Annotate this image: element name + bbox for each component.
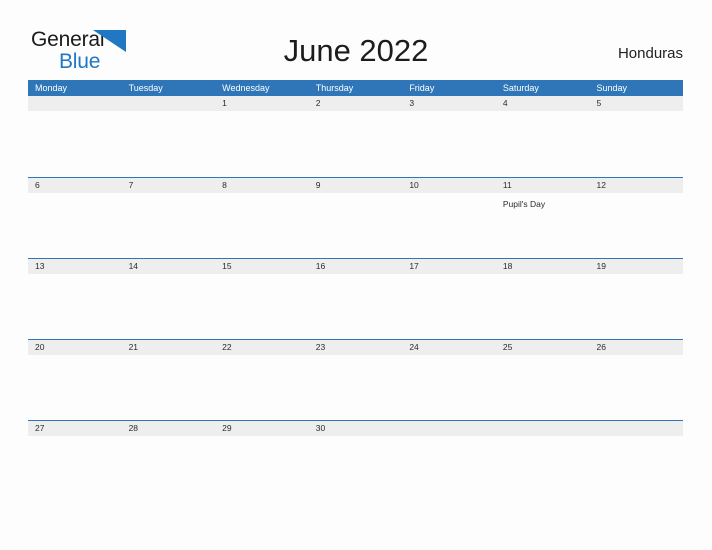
day-cell[interactable] [122, 193, 216, 259]
weekday-header-row: Monday Tuesday Wednesday Thursday Friday… [28, 80, 683, 96]
day-cell[interactable] [589, 274, 683, 340]
weekday-header-wednesday: Wednesday [222, 83, 270, 93]
day-cell[interactable] [402, 436, 496, 502]
weekday-header-saturday: Saturday [502, 83, 539, 93]
day-number[interactable]: 20 [28, 340, 122, 355]
day-cell[interactable] [402, 193, 496, 259]
day-number[interactable]: 4 [496, 96, 590, 111]
day-cell[interactable] [589, 355, 683, 421]
day-cell[interactable] [28, 193, 122, 259]
day-number[interactable]: 17 [402, 259, 496, 274]
day-number[interactable]: 22 [215, 340, 309, 355]
day-cell[interactable] [28, 111, 122, 177]
calendar-week-row: 27 28 29 30 [28, 420, 683, 501]
day-cell[interactable] [122, 274, 216, 340]
day-cell[interactable] [215, 436, 309, 502]
day-number[interactable]: 28 [122, 421, 216, 436]
weekday-header-monday: Monday [35, 83, 68, 93]
week-date-band: 13 14 15 16 17 18 19 [28, 259, 683, 274]
weekday-header-tuesday: Tuesday [128, 83, 163, 93]
week-event-band [28, 436, 683, 502]
day-cell[interactable] [215, 111, 309, 177]
day-number[interactable]: 1 [215, 96, 309, 111]
day-cell[interactable] [589, 111, 683, 177]
calendar-grid: Monday Tuesday Wednesday Thursday Friday… [28, 80, 683, 501]
day-number[interactable]: 11 [496, 178, 590, 193]
day-number[interactable]: 19 [589, 259, 683, 274]
day-cell[interactable] [122, 111, 216, 177]
week-event-band: Pupil's Day [28, 193, 683, 259]
day-cell[interactable] [122, 355, 216, 421]
week-date-band: 6 7 8 9 10 11 12 [28, 178, 683, 193]
page-title: June 2022 [283, 33, 429, 68]
day-number[interactable]: 14 [122, 259, 216, 274]
page-header: General Blue June 2022 Honduras [0, 0, 712, 80]
day-number[interactable] [28, 96, 122, 111]
day-cell[interactable] [28, 355, 122, 421]
day-cell[interactable] [309, 355, 403, 421]
day-cell[interactable] [496, 274, 590, 340]
day-cell[interactable]: Pupil's Day [496, 193, 590, 259]
day-number[interactable] [402, 421, 496, 436]
day-number[interactable]: 27 [28, 421, 122, 436]
day-cell[interactable] [28, 436, 122, 502]
country-label: Honduras [617, 45, 683, 62]
day-number[interactable]: 30 [309, 421, 403, 436]
day-number[interactable]: 6 [28, 178, 122, 193]
day-number[interactable]: 24 [402, 340, 496, 355]
week-date-band: 27 28 29 30 [28, 421, 683, 436]
day-cell[interactable] [496, 111, 590, 177]
weekday-header-sunday: Sunday [596, 83, 627, 93]
weekday-header-friday: Friday [409, 83, 435, 93]
day-number[interactable] [122, 96, 216, 111]
week-date-band: 20 21 22 23 24 25 26 [28, 340, 683, 355]
day-number[interactable] [589, 421, 683, 436]
day-number[interactable]: 25 [496, 340, 590, 355]
weekday-header-thursday: Thursday [315, 83, 354, 93]
day-cell[interactable] [309, 436, 403, 502]
day-number[interactable]: 8 [215, 178, 309, 193]
day-cell[interactable] [215, 274, 309, 340]
day-cell[interactable] [122, 436, 216, 502]
day-number[interactable] [496, 421, 590, 436]
calendar-week-row: 20 21 22 23 24 25 26 [28, 339, 683, 420]
day-number[interactable]: 16 [309, 259, 403, 274]
day-number[interactable]: 21 [122, 340, 216, 355]
day-cell[interactable] [309, 193, 403, 259]
day-cell[interactable] [402, 111, 496, 177]
calendar-week-row: 1 2 3 4 5 [28, 96, 683, 177]
calendar-week-row: 13 14 15 16 17 18 19 [28, 258, 683, 339]
week-event-band [28, 274, 683, 340]
day-cell[interactable] [496, 355, 590, 421]
day-cell[interactable] [402, 355, 496, 421]
day-number[interactable]: 26 [589, 340, 683, 355]
day-cell[interactable] [589, 436, 683, 502]
day-cell[interactable] [496, 436, 590, 502]
event-label: Pupil's Day [502, 199, 546, 209]
day-number[interactable]: 3 [402, 96, 496, 111]
day-cell[interactable] [215, 355, 309, 421]
day-number[interactable]: 5 [589, 96, 683, 111]
week-event-band [28, 111, 683, 177]
day-number[interactable]: 29 [215, 421, 309, 436]
day-cell[interactable] [309, 274, 403, 340]
day-cell[interactable] [215, 193, 309, 259]
day-number[interactable]: 2 [309, 96, 403, 111]
day-number[interactable]: 13 [28, 259, 122, 274]
day-number[interactable]: 18 [496, 259, 590, 274]
day-cell[interactable] [589, 193, 683, 259]
day-number[interactable]: 23 [309, 340, 403, 355]
day-cell[interactable] [402, 274, 496, 340]
calendar-week-row: 6 7 8 9 10 11 12 Pupil's Day [28, 177, 683, 258]
day-number[interactable]: 10 [402, 178, 496, 193]
week-date-band: 1 2 3 4 5 [28, 96, 683, 111]
week-event-band [28, 355, 683, 421]
day-number[interactable]: 9 [309, 178, 403, 193]
day-cell[interactable] [309, 111, 403, 177]
day-number[interactable]: 12 [589, 178, 683, 193]
day-number[interactable]: 15 [215, 259, 309, 274]
day-number[interactable]: 7 [122, 178, 216, 193]
day-cell[interactable] [28, 274, 122, 340]
